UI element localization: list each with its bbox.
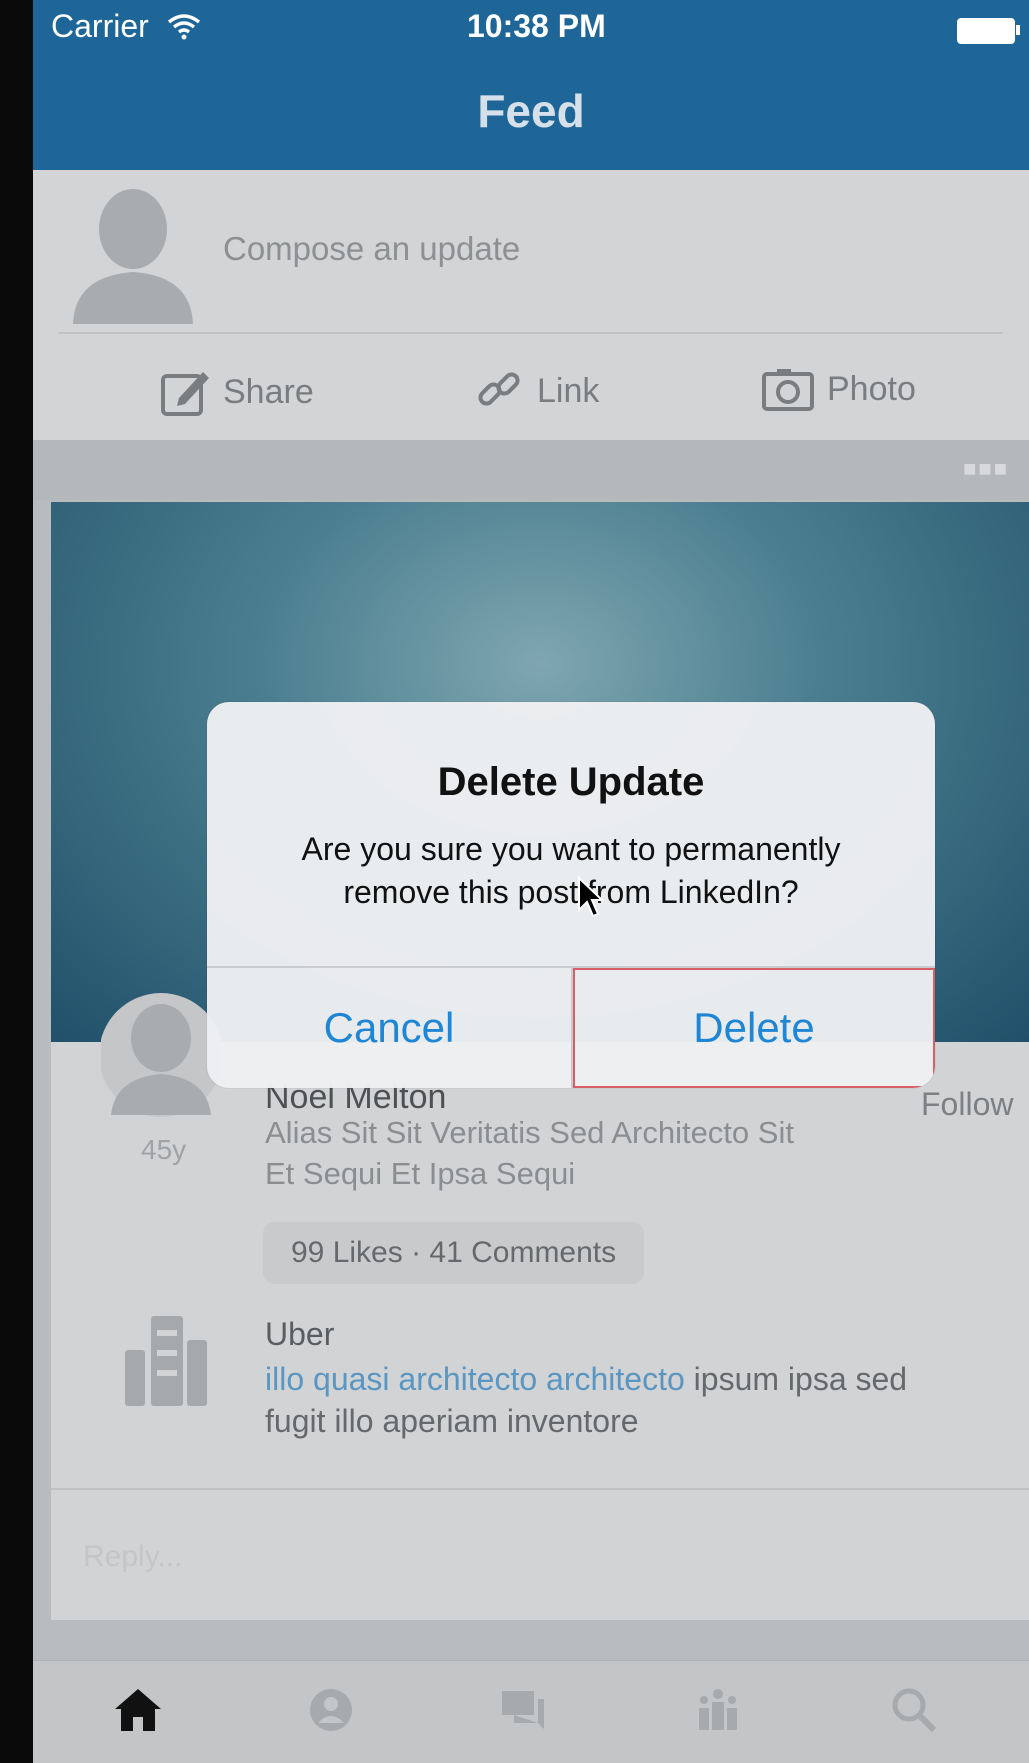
compose-input[interactable]: Compose an update <box>223 230 520 268</box>
search-icon <box>892 1688 937 1733</box>
nav-header: Carrier 10:38 PM Feed <box>33 0 1029 170</box>
divider <box>59 332 1003 334</box>
wifi-icon <box>167 12 201 45</box>
camera-icon <box>762 369 814 411</box>
tab-messages[interactable] <box>489 1675 559 1745</box>
tab-network[interactable] <box>683 1675 753 1745</box>
comment-text: illo quasi architecto architecto ipsum i… <box>265 1358 965 1442</box>
mouse-cursor-icon <box>578 876 603 918</box>
user-avatar-icon[interactable] <box>73 184 193 324</box>
messages-icon <box>502 1691 544 1729</box>
carrier-label: Carrier <box>51 8 149 44</box>
tab-profile[interactable] <box>296 1675 366 1745</box>
page-title: Feed <box>477 85 585 137</box>
left-edge <box>0 0 33 1763</box>
photo-label: Photo <box>827 369 916 408</box>
edit-icon <box>161 372 209 416</box>
phone-screen: Carrier 10:38 PM Feed Compose an update <box>33 0 1029 1763</box>
comment-link[interactable]: illo quasi architecto architecto <box>265 1361 685 1397</box>
tab-bar <box>33 1660 1029 1763</box>
cancel-button[interactable]: Cancel <box>207 968 571 1088</box>
reply-input[interactable]: Reply... <box>83 1540 182 1574</box>
comment-author[interactable]: Uber <box>265 1316 334 1353</box>
link-icon <box>478 372 520 406</box>
link-button[interactable]: Link <box>475 366 599 416</box>
author-avatar-icon[interactable] <box>101 990 221 1120</box>
network-icon <box>699 1689 737 1730</box>
share-button[interactable]: Share <box>159 366 314 418</box>
author-headline: Alias Sit Sit Veritatis Sed Architecto S… <box>265 1115 794 1191</box>
post-stats[interactable]: 99 Likes · 41 Comments <box>263 1222 645 1284</box>
delete-button[interactable]: Delete <box>573 968 935 1088</box>
home-icon <box>115 1689 161 1731</box>
compose-panel: Compose an update Share Link Photo <box>33 170 1029 440</box>
card-separator <box>33 440 1029 500</box>
follow-button[interactable]: Follow <box>921 1086 1013 1123</box>
status-time: 10:38 PM <box>467 8 606 44</box>
photo-button[interactable]: Photo <box>761 366 916 412</box>
more-options-icon[interactable]: ■■■ <box>963 456 1009 482</box>
post-age: 45y <box>141 1134 187 1165</box>
delete-update-dialog: Delete Update Are you sure you want to p… <box>207 702 935 1088</box>
divider <box>51 1488 1029 1490</box>
share-label: Share <box>223 372 314 411</box>
profile-icon <box>310 1689 352 1731</box>
dialog-title: Delete Update <box>437 760 705 804</box>
company-building-icon <box>125 1316 207 1406</box>
battery-icon <box>957 18 1020 44</box>
tab-home[interactable] <box>103 1675 173 1745</box>
link-label: Link <box>537 371 600 410</box>
dialog-message: Are you sure you want to permanently rem… <box>301 831 841 910</box>
tab-search[interactable] <box>879 1675 949 1745</box>
